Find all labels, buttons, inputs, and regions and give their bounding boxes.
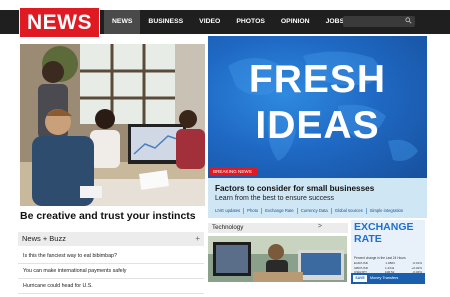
hero-banner[interactable]: FRESH IDEAS: [208, 36, 427, 182]
buzz-list: Is this the fanciest way to eat bibimbap…: [18, 249, 204, 294]
save-button[interactable]: SAVE: [353, 275, 367, 282]
feature-story-box[interactable]: Factors to consider for small businesses…: [208, 178, 427, 218]
chevron-right-icon[interactable]: >: [318, 223, 322, 230]
nav-item-video[interactable]: VIDEO: [191, 10, 228, 34]
technology-photo[interactable]: [208, 236, 347, 282]
feature-links: LIVE updates Photo Exchange Rate Currenc…: [215, 208, 406, 214]
link-currency-data[interactable]: Currency Data: [298, 208, 332, 214]
search-input[interactable]: [343, 16, 415, 27]
link-exchange-rate[interactable]: Exchange Rate: [262, 208, 298, 214]
feature-title[interactable]: Factors to consider for small businesses: [215, 184, 374, 193]
buzz-item-3[interactable]: Hurricane could head for U.S.: [18, 279, 204, 294]
technology-title[interactable]: Technology: [212, 224, 243, 231]
nav-item-news[interactable]: NEWS: [104, 10, 141, 34]
buzz-item-2[interactable]: You can make international payments safe…: [18, 264, 204, 279]
money-transfer-link[interactable]: Money Transfers: [370, 276, 398, 280]
expand-icon[interactable]: +: [195, 234, 200, 243]
nav-item-opinion[interactable]: OPINION: [273, 10, 318, 34]
buzz-section-header: News + Buzz +: [18, 232, 204, 246]
hero-title-line1: FRESH: [248, 58, 387, 101]
nav-item-business[interactable]: BUSINESS: [140, 10, 191, 34]
buzz-item-1[interactable]: Is this the fanciest way to eat bibimbap…: [18, 249, 204, 264]
link-global-sources[interactable]: Global sources: [332, 208, 367, 214]
link-photo[interactable]: Photo: [244, 208, 263, 214]
main-story-headline[interactable]: Be creative and trust your instincts: [20, 210, 210, 222]
main-story-photo[interactable]: [20, 44, 205, 206]
link-simple-integration[interactable]: Simple integration: [367, 208, 407, 214]
nav-item-photos[interactable]: PHOTOS: [228, 10, 273, 34]
technology-section-header: Technology >: [208, 223, 348, 233]
feature-subtitle: Learn from the best to ensure success: [215, 195, 335, 202]
money-transfer-bar: SAVE Money Transfers: [351, 273, 425, 284]
hero-title-line2: IDEAS: [255, 104, 380, 147]
exchange-rate-note: Percent change in the Last 24 Hours: [354, 256, 406, 260]
search-icon[interactable]: [405, 17, 412, 24]
site-logo[interactable]: NEWS: [19, 7, 100, 38]
breaking-news-badge: BREAKING NEWS: [210, 167, 257, 176]
link-live-updates[interactable]: LIVE updates: [215, 208, 245, 214]
exchange-rate-title: EXCHANGE RATE: [354, 221, 414, 245]
buzz-section-title: News + Buzz: [22, 234, 66, 243]
